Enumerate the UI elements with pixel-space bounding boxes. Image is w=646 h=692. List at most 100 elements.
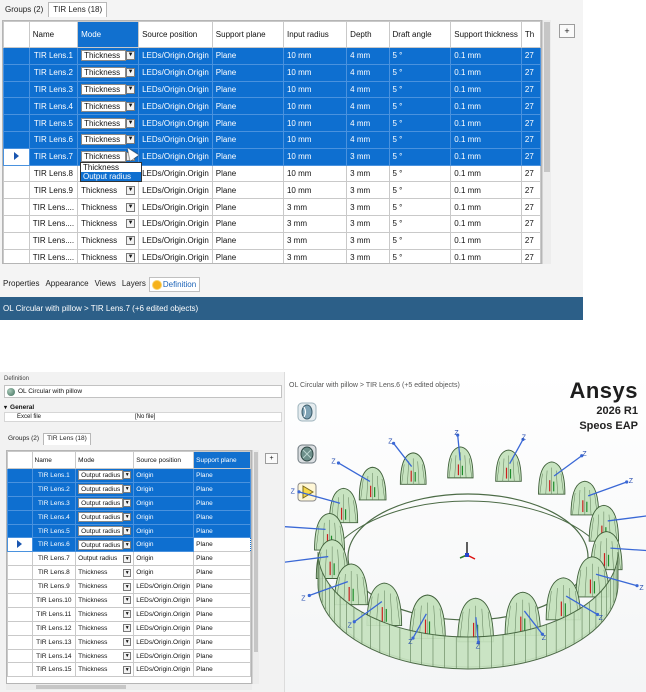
source-position-cell[interactable]: Origin — [133, 523, 195, 539]
lens-name-cell[interactable]: TIR Lens.14 — [31, 648, 77, 664]
tab-tir-lens[interactable]: TIR Lens (18) — [43, 433, 91, 445]
lens-name-cell[interactable]: TIR Lens.11 — [31, 606, 77, 622]
depth-cell[interactable]: 4 mm — [346, 47, 390, 65]
support-plane-cell[interactable]: Plane — [193, 579, 251, 595]
source-position-cell[interactable]: LEDs/Origin.Origin — [133, 648, 195, 664]
th-cell[interactable]: 27 — [520, 248, 541, 263]
lens-name-cell[interactable]: TIR Lens.8 — [28, 164, 79, 183]
row-header[interactable] — [3, 164, 30, 183]
draft-angle-cell[interactable]: 5 ° — [388, 198, 452, 216]
support-thickness-cell[interactable]: 0.1 mm — [450, 248, 522, 263]
mode-cell[interactable]: Thickness ▼ — [77, 80, 140, 99]
source-position-cell[interactable]: Origin — [133, 551, 195, 567]
row-header[interactable] — [3, 97, 30, 116]
lens-name-cell[interactable]: TIR Lens.6 — [31, 537, 77, 553]
chevron-down-icon[interactable]: ▼ — [126, 185, 136, 195]
source-position-cell[interactable]: LEDs/Origin.Origin — [138, 80, 213, 99]
column-header-support-plane[interactable]: Support plane — [211, 21, 284, 48]
mode-cell[interactable]: Thickness ▼ — [77, 97, 140, 116]
depth-cell[interactable]: 3 mm — [346, 214, 390, 233]
tab-groups[interactable]: Groups (2) — [0, 2, 48, 17]
table-row[interactable]: TIR Lens.... Thickness ▼ LEDs/Origin.Origin… — [3, 214, 541, 233]
excel-file-row[interactable]: Excel file [No file] — [4, 412, 282, 422]
column-header-mode[interactable]: Mode — [77, 21, 140, 48]
source-position-cell[interactable]: LEDs/Origin.Origin — [138, 114, 213, 132]
lens-name-cell[interactable]: TIR Lens.4 — [28, 97, 79, 116]
table-row[interactable]: TIR Lens.2 Thickness ▼ LEDs/Origin.Origin Pl… — [3, 63, 541, 82]
row-header[interactable] — [7, 634, 33, 650]
th-cell[interactable]: 27 — [520, 80, 541, 99]
lens-name-cell[interactable]: TIR Lens.... — [28, 198, 79, 216]
lens-name-cell[interactable]: TIR Lens.5 — [28, 114, 79, 132]
hscrollbar-thumb[interactable] — [36, 685, 126, 689]
lens-name-cell[interactable]: TIR Lens.5 — [31, 523, 77, 539]
support-plane-cell[interactable]: Plane — [211, 164, 284, 183]
support-plane-cell[interactable]: Plane — [193, 509, 251, 525]
mode-combobox[interactable]: Thickness ▼ — [78, 595, 132, 607]
row-header[interactable] — [7, 523, 33, 539]
tab-views[interactable]: Views — [92, 277, 119, 292]
excel-file-value[interactable]: [No file] — [135, 414, 155, 420]
support-plane-cell[interactable]: Plane — [193, 537, 251, 553]
mode-combobox[interactable]: Output radius ▼ — [78, 525, 132, 537]
row-header[interactable] — [3, 47, 30, 65]
support-thickness-cell[interactable]: 0.1 mm — [450, 47, 522, 65]
input-radius-cell[interactable]: 3 mm — [282, 214, 348, 233]
chevron-down-icon[interactable]: ▼ — [123, 513, 132, 522]
depth-cell[interactable]: 4 mm — [346, 130, 390, 149]
table-row[interactable]: TIR Lens.14 Thickness ▼ LEDs/Origin.Origin P… — [7, 648, 251, 664]
table-row[interactable]: TIR Lens.9 Thickness ▼ LEDs/Origin.Origin Pl… — [3, 181, 541, 200]
source-position-cell[interactable]: Origin — [133, 509, 195, 525]
table-row[interactable]: TIR Lens.9 Thickness ▼ LEDs/Origin.Origin Pl… — [7, 579, 251, 595]
source-position-cell[interactable]: LEDs/Origin.Origin — [133, 620, 195, 636]
support-plane-cell[interactable]: Plane — [193, 468, 251, 483]
row-header[interactable] — [7, 579, 33, 595]
column-header-name[interactable]: Name — [28, 21, 79, 48]
mode-combobox[interactable]: Thickness ▼ — [78, 581, 132, 593]
source-position-cell[interactable]: LEDs/Origin.Origin — [138, 97, 213, 116]
draft-angle-cell[interactable]: 5 ° — [388, 164, 452, 183]
support-plane-cell[interactable]: Plane — [211, 130, 284, 149]
input-radius-cell[interactable]: 10 mm — [282, 63, 348, 82]
support-plane-cell[interactable]: Plane — [211, 147, 284, 166]
lens-name-cell[interactable]: TIR Lens.... — [28, 248, 79, 263]
support-plane-cell[interactable]: Plane — [193, 593, 251, 608]
mode-combobox[interactable]: Thickness ▼ — [78, 608, 132, 620]
object-name-row[interactable]: OL Circular with pillow — [4, 385, 282, 398]
lens-name-cell[interactable]: TIR Lens.9 — [28, 181, 79, 200]
support-thickness-cell[interactable]: 0.1 mm — [450, 130, 522, 149]
column-header-name[interactable]: Name — [31, 451, 77, 469]
mode-combobox[interactable]: Thickness ▼ — [81, 48, 136, 63]
support-plane-cell[interactable]: Plane — [211, 114, 284, 132]
lens-name-cell[interactable]: TIR Lens.1 — [31, 468, 77, 483]
depth-cell[interactable]: 3 mm — [346, 164, 390, 183]
mode-combobox[interactable]: Thickness ▼ — [81, 200, 136, 215]
row-header[interactable] — [3, 248, 30, 263]
row-header[interactable] — [7, 537, 33, 553]
draft-angle-cell[interactable]: 5 ° — [388, 231, 452, 250]
source-position-cell[interactable]: Origin — [133, 537, 195, 553]
input-radius-cell[interactable]: 3 mm — [282, 198, 348, 216]
support-plane-cell[interactable]: Plane — [211, 181, 284, 200]
mode-cell[interactable]: Output radius ▼ — [75, 495, 135, 511]
draft-angle-cell[interactable]: 5 ° — [388, 248, 452, 263]
mode-combobox[interactable]: Output radius ▼ — [78, 469, 132, 481]
support-plane-cell[interactable]: Plane — [193, 634, 251, 650]
bottom-table-hscrollbar[interactable] — [6, 684, 252, 690]
table-row[interactable]: TIR Lens.7 Output radius ▼ Origin Plane — [7, 551, 251, 567]
mode-cell[interactable]: Thickness ▼ — [77, 198, 140, 216]
th-cell[interactable]: 27 — [520, 97, 541, 116]
table-row[interactable]: TIR Lens.... Thickness ▼ LEDs/Origin.Origin… — [3, 231, 541, 250]
lens-ring-model[interactable]: ZZZZZZZZZZZZZZZZZZ — [285, 372, 646, 692]
support-plane-cell[interactable]: Plane — [193, 662, 251, 678]
th-cell[interactable]: 27 — [520, 63, 541, 82]
lens-name-cell[interactable]: TIR Lens.10 — [31, 593, 77, 608]
lens-name-cell[interactable]: TIR Lens.3 — [28, 80, 79, 99]
table-row[interactable]: TIR Lens.11 Thickness ▼ LEDs/Origin.Origin P… — [7, 606, 251, 622]
source-position-cell[interactable]: Origin — [133, 565, 195, 581]
mode-combobox[interactable]: Thickness ▼ — [81, 65, 136, 80]
input-radius-cell[interactable]: 3 mm — [282, 231, 348, 250]
input-radius-cell[interactable]: 10 mm — [282, 181, 348, 200]
row-header[interactable] — [7, 551, 33, 567]
mode-cell[interactable]: Thickness ▼ — [77, 181, 140, 200]
